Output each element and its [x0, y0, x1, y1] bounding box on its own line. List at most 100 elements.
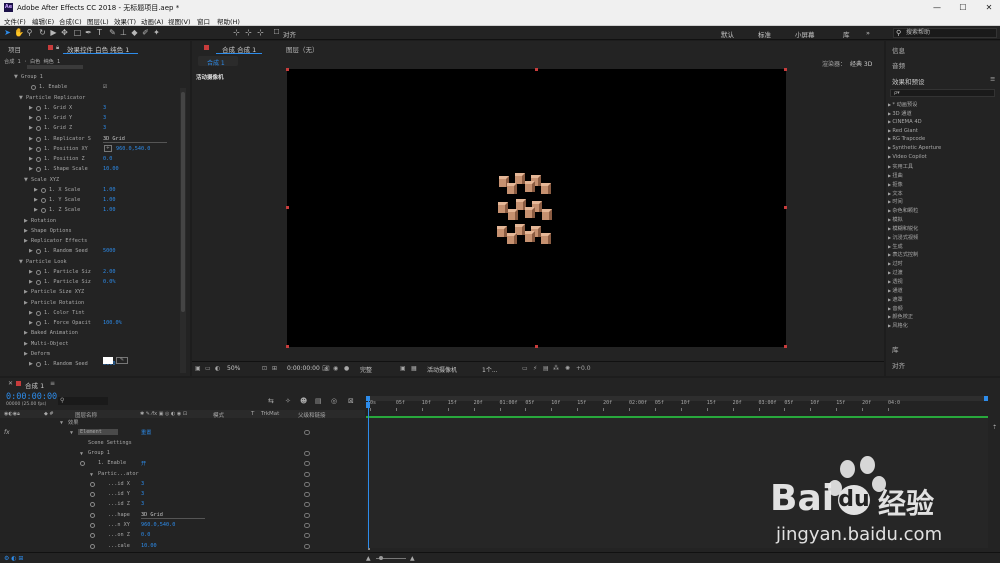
expression-link-icon[interactable] — [304, 450, 310, 456]
effect-property-row[interactable]: ▶ 1. Random Seed 5000 — [0, 247, 180, 257]
timeline-property-value[interactable]: 0.0 — [141, 532, 150, 538]
stopwatch-icon[interactable] — [36, 136, 41, 142]
effect-property-row[interactable]: ▶ 1. Z Scale 1.00 — [0, 206, 180, 216]
effects-category-item[interactable]: ▶ 表达式控制 — [888, 251, 918, 258]
camera-view-dropdown[interactable]: 活动摄像机 — [427, 365, 457, 374]
expression-link-icon[interactable] — [304, 502, 310, 508]
timeline-property-value[interactable]: 3 — [141, 491, 144, 497]
expression-link-icon[interactable] — [304, 430, 310, 436]
effects-category-item[interactable]: ▶ * 动画预设 — [888, 101, 917, 108]
library-panel-tab[interactable]: 库 — [892, 344, 899, 354]
disclosure-triangle-icon[interactable]: ▶ — [29, 105, 33, 111]
effects-category-item[interactable]: ▶ 通道 — [888, 287, 903, 294]
puppet-tool-icon[interactable]: ✦ — [152, 28, 161, 37]
selection-tool-icon[interactable]: ➤ — [3, 28, 12, 37]
effects-category-item[interactable]: ▶ CINEMA 4D — [888, 119, 922, 125]
align-panel-tab[interactable]: 对齐 — [892, 360, 905, 370]
stopwatch-icon[interactable] — [41, 208, 46, 214]
timeline-icon[interactable]: ▤ — [543, 365, 549, 372]
mask-icon[interactable]: ◐ — [215, 365, 220, 372]
layer-handle[interactable] — [286, 345, 289, 348]
workspace-default[interactable]: 默认 — [721, 29, 734, 39]
layer-handle[interactable] — [286, 68, 289, 71]
disclosure-triangle-icon[interactable]: ▶ — [29, 269, 33, 275]
menu-help[interactable]: 帮助(H) — [217, 16, 240, 26]
region-of-interest-icon[interactable]: ▣ — [400, 365, 406, 372]
eraser-tool-icon[interactable]: ◆ — [130, 28, 139, 37]
expression-link-icon[interactable] — [304, 461, 310, 467]
hand-tool-icon[interactable]: ✋ — [14, 28, 24, 37]
effects-category-item[interactable]: ▶ 风格化 — [888, 322, 908, 329]
timeline-property-row[interactable]: ▼ Element 重置 — [0, 428, 370, 438]
menu-layer[interactable]: 图层(L) — [87, 16, 109, 26]
disclosure-triangle-icon[interactable]: ▶ — [24, 289, 28, 295]
expand-icon[interactable]: ⚙ ◐ ⊞ — [4, 555, 23, 562]
disclosure-triangle-icon[interactable]: ▶ — [24, 218, 28, 224]
expression-link-icon[interactable] — [304, 481, 310, 487]
timeline-property-row[interactable]: ...hape 3D Grid — [0, 511, 370, 521]
disclosure-triangle-icon[interactable]: ▼ — [90, 472, 93, 478]
stopwatch-icon[interactable] — [36, 126, 41, 132]
stopwatch-icon[interactable] — [90, 481, 95, 487]
current-time[interactable]: 0:00:00:00 — [287, 365, 320, 372]
expression-link-icon[interactable] — [304, 512, 310, 518]
disclosure-triangle-icon[interactable]: ▶ — [29, 248, 33, 254]
timeline-property-value[interactable]: 3 — [141, 481, 144, 487]
effect-property-row[interactable]: ▶ 1. Grid X 3 — [0, 104, 180, 114]
disclosure-triangle-icon[interactable]: ▶ — [29, 320, 33, 326]
effects-category-item[interactable]: ▶ 模糊和锐化 — [888, 225, 918, 232]
disclosure-triangle-icon[interactable]: ▶ — [29, 166, 33, 172]
zoom-dropdown[interactable]: 50% — [227, 365, 240, 372]
workspace-small-screen[interactable]: 小屏幕 — [795, 29, 815, 39]
snap-checkbox-icon[interactable]: ☐ — [272, 28, 281, 37]
effects-category-item[interactable]: ▶ Synthetic Aperture — [888, 145, 941, 151]
snapshot-icon[interactable]: 📷︎ — [322, 365, 330, 372]
effect-property-row[interactable]: ▶ 1. Grid Z 3 — [0, 124, 180, 134]
stopwatch-icon[interactable] — [41, 198, 46, 203]
zoom-out-icon[interactable]: ▲ — [366, 555, 371, 562]
disclosure-triangle-icon[interactable]: ▶ — [24, 330, 28, 336]
exposure-value[interactable]: +0.0 — [576, 365, 591, 372]
stopwatch-icon[interactable] — [31, 85, 36, 91]
effect-property-row[interactable]: ▼ Particle Replicator — [0, 94, 180, 104]
panel-menu-icon[interactable]: ≡ — [990, 75, 995, 83]
zoom-slider-thumb[interactable] — [379, 556, 383, 560]
eyedropper-icon[interactable]: ✎ — [116, 357, 128, 364]
effect-property-row[interactable]: ▶ Shape Options — [0, 227, 180, 237]
menu-composition[interactable]: 合成(C) — [59, 16, 82, 26]
view-axis-icon[interactable]: ⊹ — [256, 28, 265, 37]
layer-handle[interactable] — [784, 68, 787, 71]
timeline-property-value[interactable]: 重置 — [141, 429, 151, 436]
effects-category-item[interactable]: ▶ 时间 — [888, 198, 903, 205]
effect-property-row[interactable]: ▶ Baked Animation — [0, 329, 180, 339]
effect-property-value[interactable]: 5000 — [103, 248, 116, 254]
stopwatch-icon[interactable] — [36, 167, 41, 173]
stopwatch-icon[interactable] — [36, 249, 41, 255]
stopwatch-icon[interactable] — [41, 187, 46, 193]
effects-category-item[interactable]: ▶ 音频 — [888, 305, 903, 312]
effects-category-item[interactable]: ▶ 抠像 — [888, 181, 903, 188]
comp-subtab[interactable]: 合成 1 — [207, 58, 225, 67]
effect-property-row[interactable]: ▶ 1. Shape Scale 10.00 — [0, 165, 180, 175]
menu-file[interactable]: 文件(F) — [4, 16, 26, 26]
effects-category-item[interactable]: ▶ 遮罩 — [888, 296, 903, 303]
effect-property-row[interactable]: ▶ 1. Y Scale 1.00 — [0, 196, 180, 206]
effects-category-item[interactable]: ▶ 扭曲 — [888, 172, 903, 179]
stopwatch-icon[interactable] — [90, 492, 95, 498]
timeline-property-row[interactable]: ...cale 10.00 — [0, 542, 370, 552]
timeline-property-value[interactable]: 10.00 — [141, 543, 157, 549]
disclosure-triangle-icon[interactable]: ▶ — [29, 115, 33, 121]
effects-category-item[interactable]: ▶ 透视 — [888, 278, 903, 285]
effects-category-item[interactable]: ▶ 杂色和颗粒 — [888, 207, 918, 214]
workspace-library[interactable]: 库 — [843, 29, 850, 39]
crosshair-icon[interactable]: ✛ — [104, 144, 112, 152]
effects-category-item[interactable]: ▶ Red Giant — [888, 128, 918, 134]
renderer-value[interactable]: 经典 3D — [850, 59, 872, 68]
effect-property-value[interactable]: 1.00 — [103, 187, 116, 193]
resolution-dropdown[interactable]: 完整 — [360, 365, 372, 374]
effect-property-row[interactable]: ▶ 1. Random Seed 5000 — [0, 360, 180, 370]
stopwatch-icon[interactable] — [36, 146, 41, 152]
fit-icon[interactable]: ⊡ — [262, 365, 267, 372]
stopwatch-icon[interactable] — [90, 523, 95, 528]
timeline-property-row[interactable]: ...id X 3 — [0, 480, 370, 490]
